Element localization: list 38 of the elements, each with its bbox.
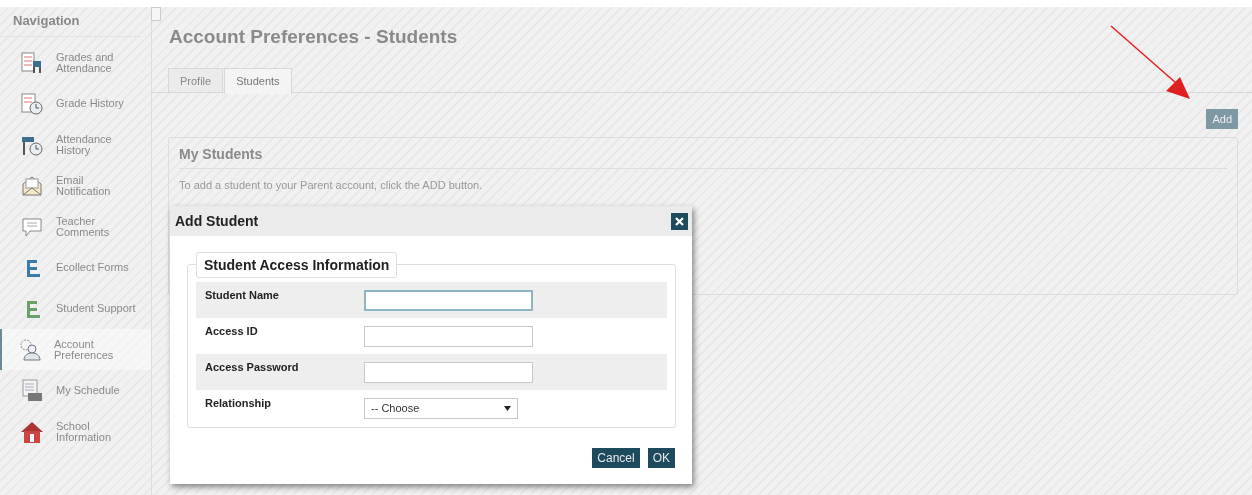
instruction-text: To add a student to your Parent account, click the ADD button. bbox=[179, 179, 483, 191]
field-label: Access Password bbox=[204, 360, 300, 373]
nav-item[interactable]: School Information bbox=[0, 411, 151, 452]
grades-icon bbox=[20, 50, 44, 75]
panel-title: My Students bbox=[179, 138, 1227, 169]
add-button[interactable]: Add bbox=[1206, 109, 1238, 129]
nav-item[interactable]: Student Support bbox=[0, 288, 151, 329]
page-title: Account Preferences - Students bbox=[169, 26, 458, 49]
input-field[interactable] bbox=[364, 289, 533, 311]
dropdown[interactable]: -- Choose bbox=[364, 397, 518, 419]
nav-item[interactable]: Email Notification bbox=[0, 165, 151, 206]
tab[interactable]: Students bbox=[224, 68, 292, 94]
nav-item[interactable]: Grades and Attendance bbox=[0, 42, 151, 83]
dialog-title: Add Student bbox=[175, 213, 259, 229]
nav-title: Navigation bbox=[0, 13, 141, 37]
printer-icon bbox=[20, 378, 44, 403]
tab[interactable]: Profile bbox=[168, 68, 224, 92]
fieldset-legend: Student Access Information bbox=[196, 252, 398, 278]
user-gear-icon bbox=[18, 337, 42, 362]
nav-item[interactable]: Attendance History bbox=[0, 124, 151, 165]
nav-item[interactable]: Teacher Comments bbox=[0, 206, 151, 247]
close-icon bbox=[675, 216, 684, 226]
dialog-button[interactable]: OK bbox=[647, 448, 675, 468]
nav-item[interactable]: Account Preferences bbox=[0, 329, 151, 370]
nav-item[interactable]: Grade History bbox=[0, 83, 151, 124]
field-label: Student Name bbox=[204, 288, 280, 301]
clipboard-clock-icon bbox=[20, 91, 44, 116]
input-field[interactable] bbox=[364, 325, 533, 347]
caret-icon bbox=[504, 405, 511, 411]
field-label: Access ID bbox=[204, 324, 259, 337]
house-icon bbox=[20, 419, 44, 444]
nav-item[interactable]: My Schedule bbox=[0, 370, 151, 411]
dialog-button[interactable]: Cancel bbox=[592, 448, 640, 468]
input-field[interactable] bbox=[364, 361, 533, 383]
close-button[interactable] bbox=[671, 212, 688, 230]
collapse-handle[interactable] bbox=[151, 7, 161, 21]
field-label: Relationship bbox=[204, 396, 272, 409]
nav-item[interactable]: Ecollect Forms bbox=[0, 247, 151, 288]
